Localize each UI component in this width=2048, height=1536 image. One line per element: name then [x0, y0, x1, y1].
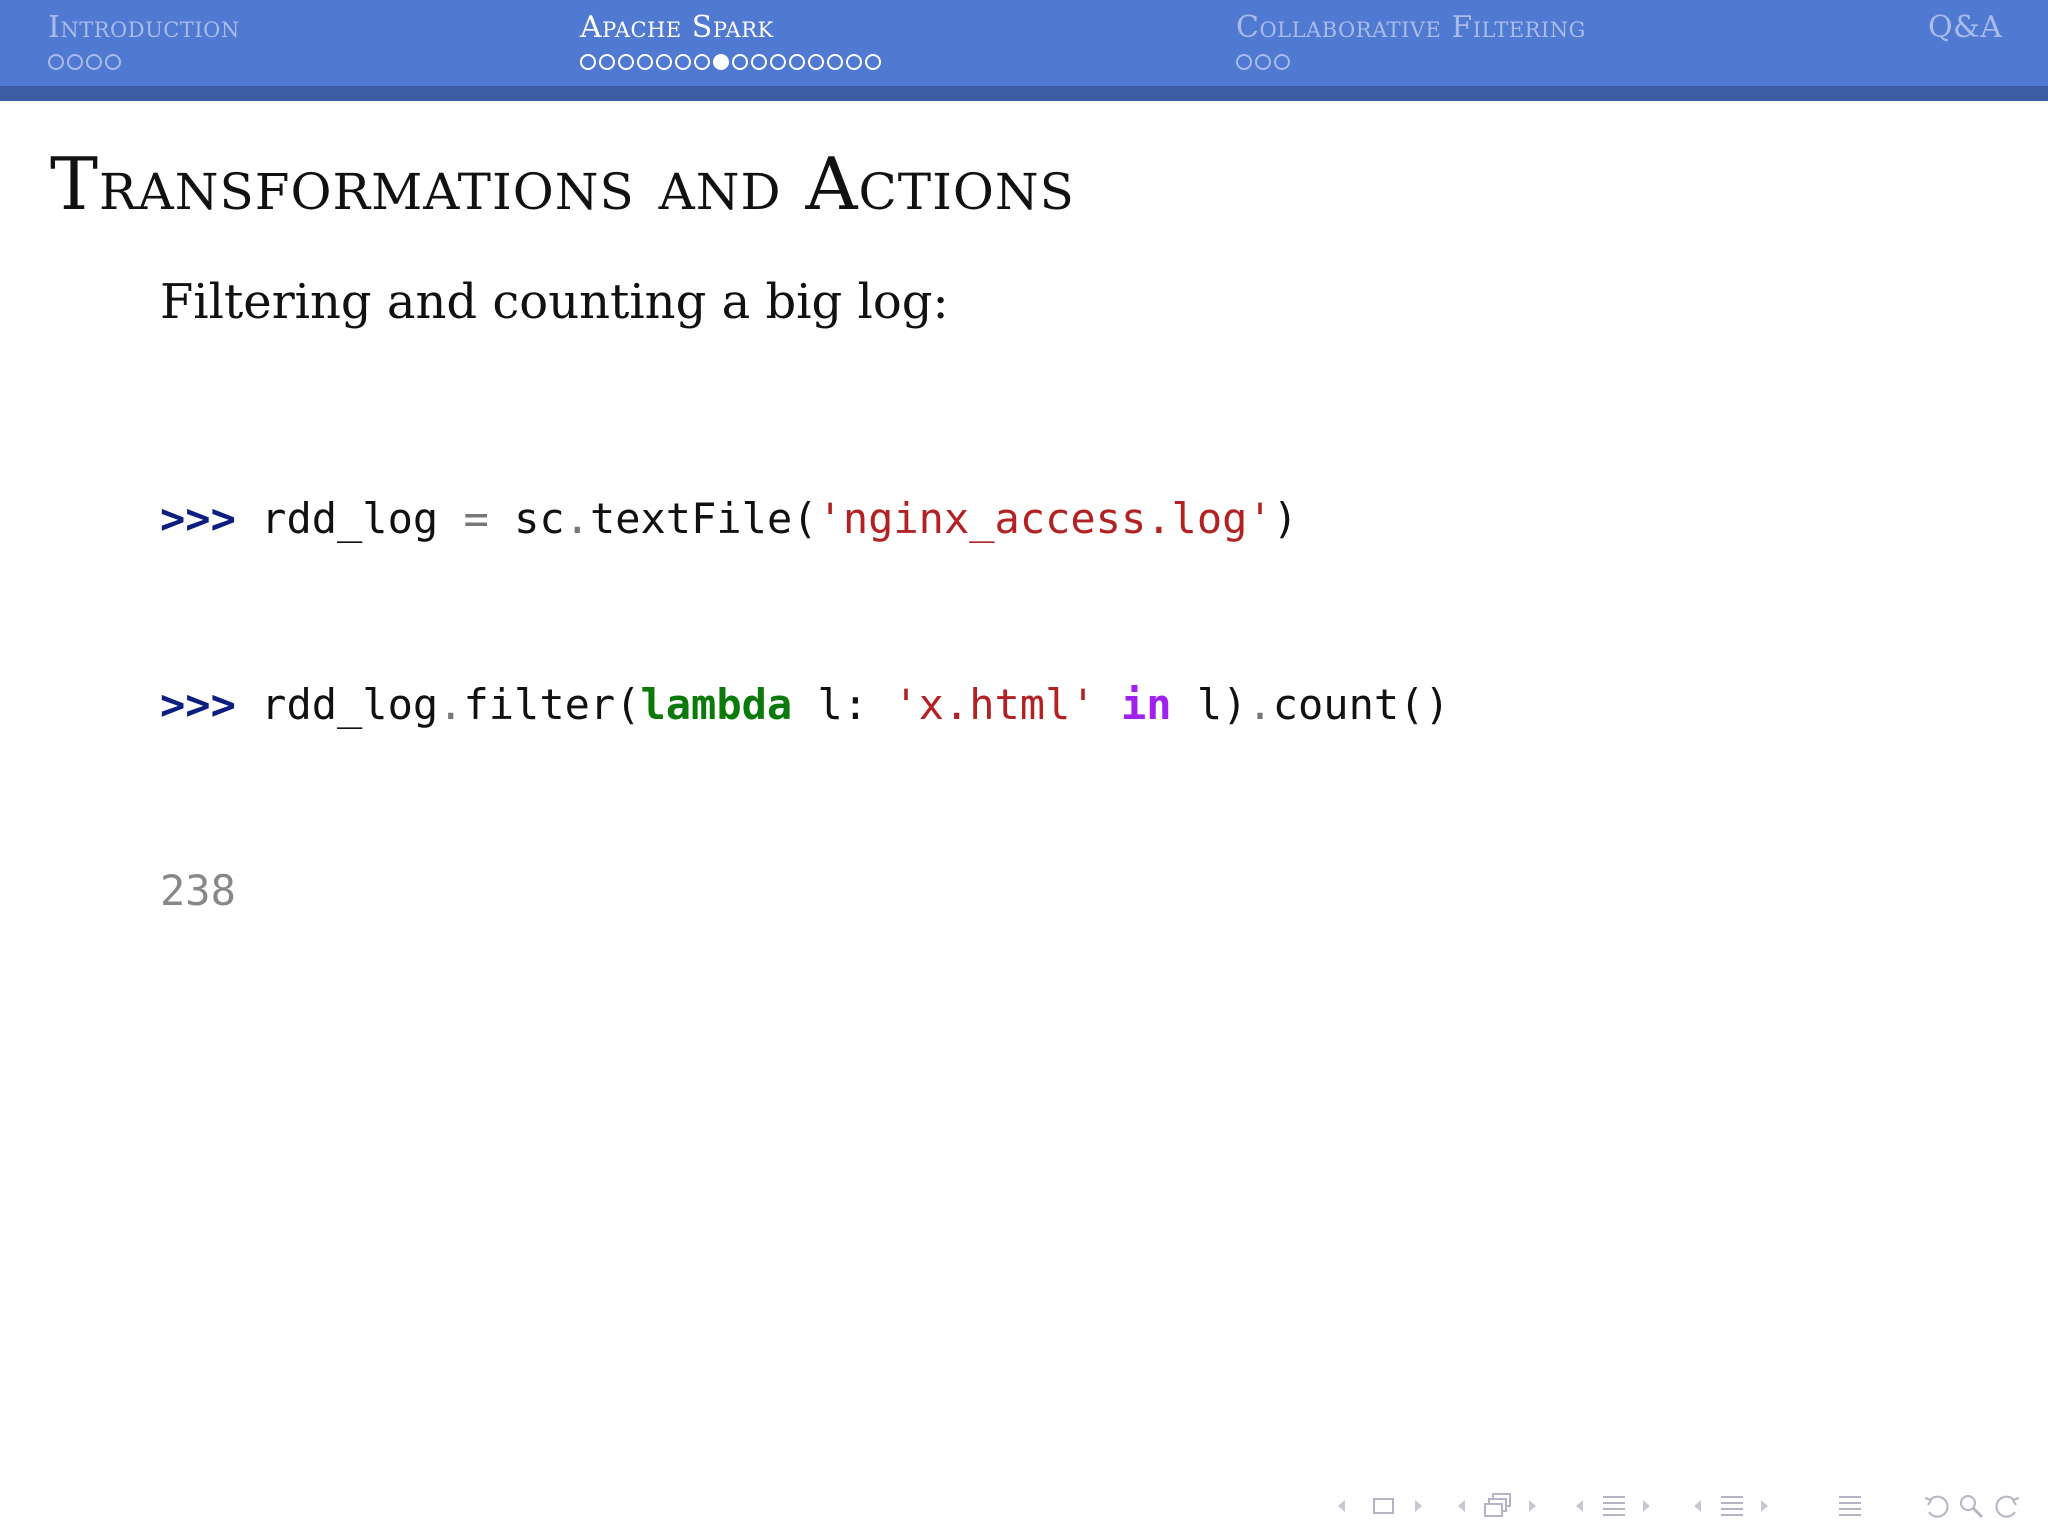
subsection-prev-icon[interactable] [1454, 1488, 1468, 1524]
back-icon[interactable] [1922, 1488, 1952, 1524]
frame-prev-icon[interactable] [1334, 1488, 1348, 1524]
subsection-dots-apache-spark [580, 54, 881, 70]
code-method: textFile [589, 494, 793, 543]
nav-section-qa[interactable]: Q&A [1928, 8, 2002, 48]
subsection-dot[interactable] [694, 54, 710, 70]
section-prev-icon[interactable] [1572, 1488, 1586, 1524]
subsection-dot[interactable] [86, 54, 102, 70]
subsection-dot[interactable] [618, 54, 634, 70]
code-dot: . [564, 494, 590, 543]
frame-icon[interactable] [1372, 1488, 1396, 1524]
subsection-next-icon[interactable] [1526, 1488, 1540, 1524]
prompt-marker: >>> [160, 680, 236, 729]
subsection-dot[interactable] [751, 54, 767, 70]
code-paren-open: ( [792, 494, 818, 543]
code-var: rdd_log [261, 680, 439, 729]
section-title-apache-spark[interactable]: Apache Spark [580, 8, 881, 48]
subsection-dot[interactable] [808, 54, 824, 70]
frame-next-icon[interactable] [1412, 1488, 1426, 1524]
nav-section-apache-spark[interactable]: Apache Spark [580, 8, 881, 70]
code-arg: l) [1196, 680, 1248, 729]
subsection-dot[interactable] [1255, 54, 1271, 70]
code-assign-op: = [463, 494, 489, 543]
search-icon[interactable] [1956, 1488, 1986, 1524]
subsection-dot[interactable] [865, 54, 881, 70]
code-output: 238 [160, 866, 236, 915]
section-title-qa[interactable]: Q&A [1928, 8, 2002, 48]
document-next-icon[interactable] [1758, 1488, 1772, 1524]
section-next-icon[interactable] [1640, 1488, 1654, 1524]
code-param: l: [817, 680, 869, 729]
section-title-introduction[interactable]: Introduction [48, 8, 240, 48]
frame-title: Transformations and Actions [50, 142, 1075, 226]
subsection-dot[interactable] [827, 54, 843, 70]
forward-icon[interactable] [1992, 1488, 2022, 1524]
appendix-icon[interactable] [1836, 1488, 1864, 1524]
subsection-dot[interactable] [789, 54, 805, 70]
subsection-dot[interactable] [732, 54, 748, 70]
code-paren-open: ( [615, 680, 641, 729]
code-string: 'x.html' [893, 680, 1096, 729]
code-method: count [1272, 680, 1400, 729]
header-strip [0, 86, 2048, 101]
subsection-dot-current[interactable] [713, 54, 729, 70]
code-line-2: >>> rdd_log.filter(lambda l: 'x.html' in… [160, 674, 1450, 736]
code-dot: . [438, 680, 464, 729]
code-operator-word: in [1120, 680, 1172, 729]
subsection-dot[interactable] [1236, 54, 1252, 70]
subsection-dot[interactable] [580, 54, 596, 70]
subsection-dot[interactable] [770, 54, 786, 70]
header-nav-bar: Introduction Apache Spark Collaborative … [0, 0, 2048, 86]
prompt-marker: >>> [160, 494, 236, 543]
subsection-dots-introduction [48, 54, 240, 70]
subsection-dot[interactable] [637, 54, 653, 70]
code-string: 'nginx_access.log' [817, 494, 1273, 543]
slide: Introduction Apache Spark Collaborative … [0, 0, 2048, 1536]
code-dot: . [1247, 680, 1273, 729]
subsection-dot[interactable] [1274, 54, 1290, 70]
document-prev-icon[interactable] [1690, 1488, 1704, 1524]
subsection-icon[interactable] [1482, 1488, 1514, 1524]
intro-text: Filtering and counting a big log: [160, 274, 949, 330]
code-paren-close: ) [1272, 494, 1298, 543]
nav-section-introduction[interactable]: Introduction [48, 8, 240, 70]
subsection-dot[interactable] [67, 54, 83, 70]
subsection-dot[interactable] [599, 54, 615, 70]
subsection-dot[interactable] [846, 54, 862, 70]
code-var: rdd_log [261, 494, 439, 543]
subsection-dots-collaborative-filtering [1236, 54, 1586, 70]
code-keyword: lambda [640, 680, 793, 729]
code-method: filter [463, 680, 616, 729]
document-icon[interactable] [1718, 1488, 1746, 1524]
code-object: sc [514, 494, 565, 543]
subsection-dot[interactable] [48, 54, 64, 70]
code-line-1: >>> rdd_log = sc.textFile('nginx_access.… [160, 488, 1450, 550]
subsection-dot[interactable] [656, 54, 672, 70]
code-block: >>> rdd_log = sc.textFile('nginx_access.… [160, 364, 1450, 1046]
code-parens: () [1399, 680, 1450, 729]
section-icon[interactable] [1600, 1488, 1628, 1524]
nav-section-collaborative-filtering[interactable]: Collaborative Filtering [1236, 8, 1586, 70]
subsection-dot[interactable] [105, 54, 121, 70]
subsection-dot[interactable] [675, 54, 691, 70]
navigation-symbols [1332, 1488, 2032, 1524]
section-title-collaborative-filtering[interactable]: Collaborative Filtering [1236, 8, 1586, 48]
